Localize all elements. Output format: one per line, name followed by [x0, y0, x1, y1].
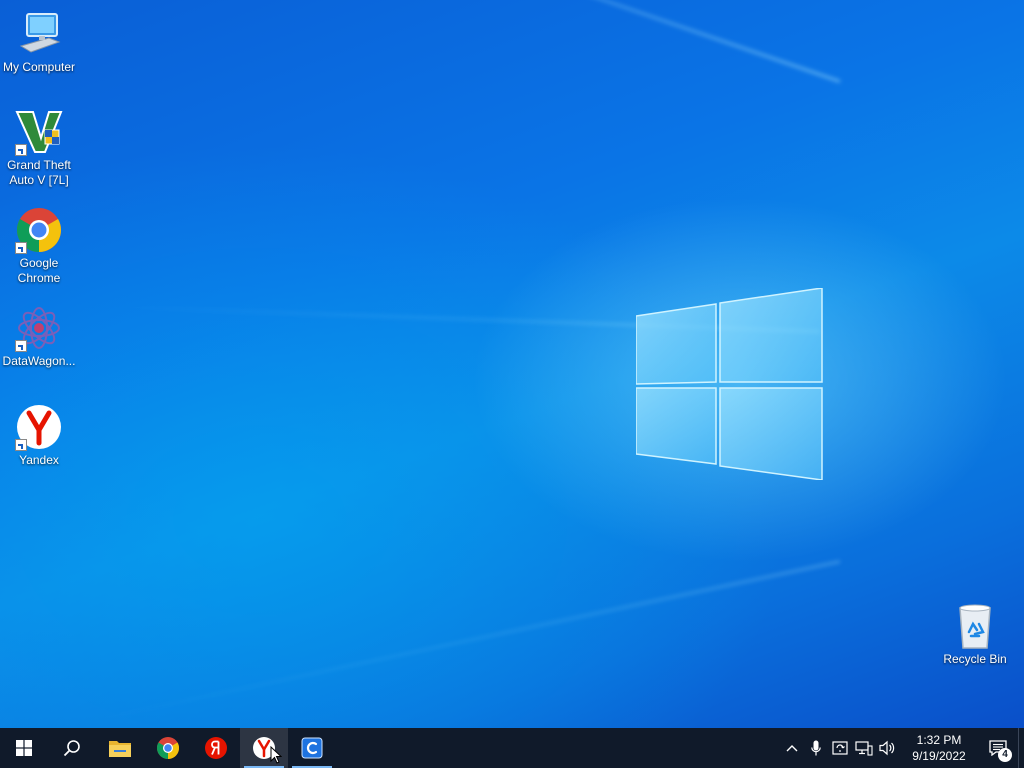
light-beam: [76, 560, 841, 726]
desktop-icon-label: Grand Theft Auto V [7L]: [7, 158, 71, 187]
windows-wallpaper-logo: [636, 288, 823, 480]
action-center-button[interactable]: 4: [978, 728, 1018, 768]
desktop-icon-my-computer[interactable]: My Computer: [1, 10, 77, 75]
update-icon: [832, 741, 848, 755]
windows-start-icon: [16, 740, 32, 756]
shortcut-arrow-icon: [15, 242, 27, 254]
desktop-icon-label: DataWagon...: [2, 354, 76, 368]
chevron-up-icon: [786, 745, 798, 752]
desktop[interactable]: My Computer Grand Theft Auto V [7L] Goog…: [0, 0, 1024, 728]
shortcut-arrow-icon: [15, 144, 27, 156]
taskbar-file-explorer[interactable]: [96, 728, 144, 768]
desktop-icon-label: Yandex: [19, 453, 59, 467]
system-tray: 1:32 PM 9/19/2022 4: [780, 728, 1024, 768]
file-explorer-icon: [109, 741, 131, 757]
recycle-bin-icon: [951, 602, 999, 650]
tray-update[interactable]: [828, 728, 852, 768]
desktop-icon-yandex[interactable]: Yandex: [1, 403, 77, 468]
desktop-icon-label: Recycle Bin: [943, 652, 1007, 666]
clock-time: 1:32 PM: [916, 733, 962, 747]
network-icon: [855, 741, 873, 756]
shortcut-arrow-icon: [15, 439, 27, 451]
mouse-cursor-icon: [270, 746, 282, 764]
app-c-icon: [301, 737, 323, 759]
computer-icon: [15, 10, 63, 58]
tray-microphone[interactable]: [804, 728, 828, 768]
taskbar-chrome[interactable]: [144, 728, 192, 768]
shortcut-arrow-icon: [15, 340, 27, 352]
desktop-icon-label: My Computer: [2, 60, 76, 74]
desktop-icon-gta-v[interactable]: Grand Theft Auto V [7L]: [1, 108, 77, 188]
taskbar-yandex[interactable]: [240, 728, 288, 768]
search-button[interactable]: [48, 728, 96, 768]
clock-date: 9/19/2022: [912, 749, 966, 763]
notification-count-badge: 4: [998, 748, 1012, 762]
search-icon: [63, 740, 80, 757]
taskbar: 1:32 PM 9/19/2022 4: [0, 728, 1024, 768]
yandex-icon: [15, 403, 63, 451]
taskbar-app-c[interactable]: [288, 728, 336, 768]
chrome-icon: [15, 206, 63, 254]
desktop-icon-label: Google Chrome: [17, 256, 61, 285]
taskbar-yandex-browser[interactable]: [192, 728, 240, 768]
show-desktop-button[interactable]: [1018, 728, 1024, 768]
microphone-icon: [811, 740, 821, 756]
tray-network[interactable]: [852, 728, 876, 768]
desktop-icon-recycle-bin[interactable]: Recycle Bin: [937, 602, 1013, 667]
desktop-icon-datawagon[interactable]: DataWagon...: [1, 304, 77, 369]
show-hidden-icons-button[interactable]: [780, 728, 804, 768]
taskbar-clock[interactable]: 1:32 PM 9/19/2022: [906, 732, 972, 764]
desktop-icon-google-chrome[interactable]: Google Chrome: [1, 206, 77, 286]
volume-icon: [879, 740, 895, 756]
start-button[interactable]: [0, 728, 48, 768]
chrome-icon: [157, 737, 179, 759]
datawagon-icon: [15, 304, 63, 352]
tray-volume[interactable]: [876, 728, 900, 768]
light-beam: [120, 0, 841, 83]
yandex-browser-icon: [205, 737, 227, 759]
gta-v-icon: [15, 108, 63, 156]
